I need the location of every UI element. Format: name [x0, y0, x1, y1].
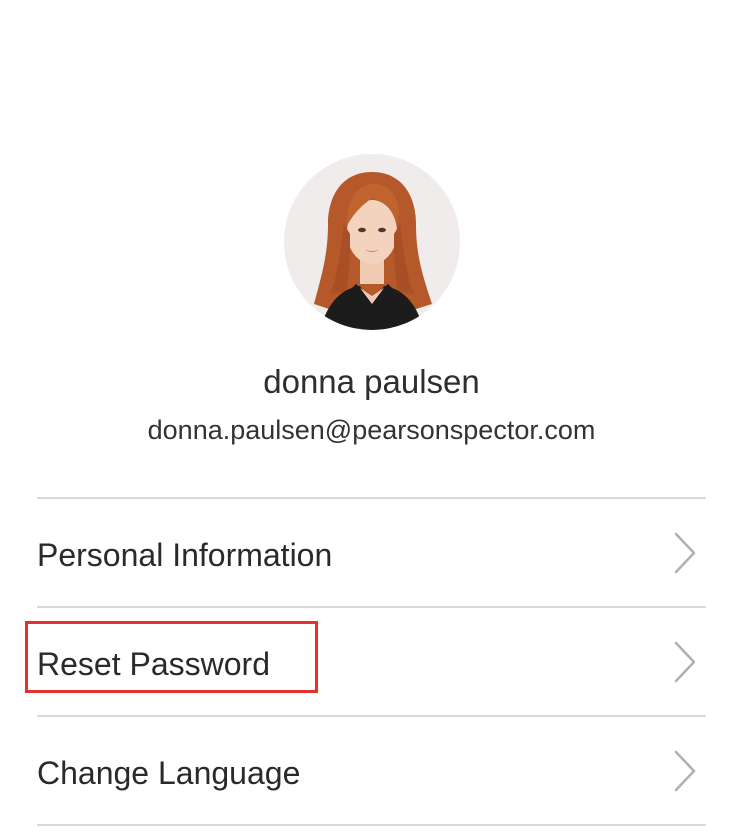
menu-item-personal-information[interactable]: Personal Information: [37, 499, 706, 608]
menu-item-change-language[interactable]: Change Language: [37, 717, 706, 826]
user-photo: [284, 154, 460, 330]
chevron-right-icon: [674, 750, 696, 792]
menu-item-reset-password[interactable]: Reset Password: [25, 608, 706, 717]
user-email: donna.paulsen@pearsonspector.com: [147, 415, 596, 445]
menu-item-label: Reset Password: [37, 646, 270, 682]
user-name: donna paulsen: [263, 363, 480, 400]
chevron-right-icon: [674, 532, 696, 574]
menu-item-label: Change Language: [37, 755, 301, 791]
menu-item-label: Personal Information: [37, 537, 333, 573]
settings-menu: Personal Information Reset Password Chan…: [25, 497, 706, 826]
chevron-right-icon: [674, 641, 696, 683]
avatar[interactable]: [284, 154, 460, 330]
